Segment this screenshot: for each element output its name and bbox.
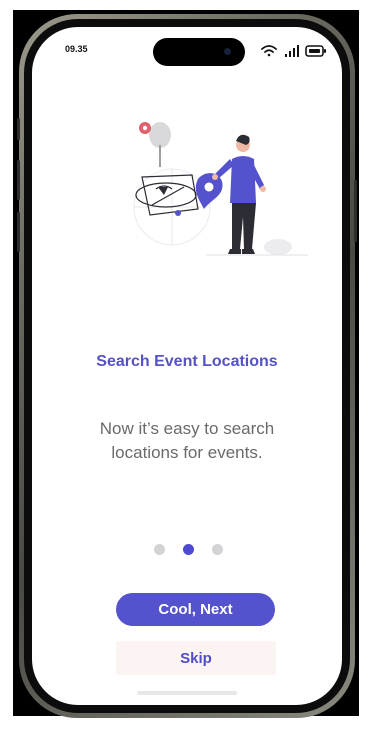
battery-icon	[305, 45, 326, 57]
home-indicator	[137, 691, 237, 695]
page-dot-2-active[interactable]	[183, 543, 194, 555]
volume-down-button	[17, 212, 20, 252]
next-button[interactable]: Cool, Next	[116, 593, 275, 626]
page-dot-3[interactable]	[212, 543, 223, 555]
page-indicator	[154, 543, 224, 555]
status-time: 09.35	[65, 44, 88, 54]
dynamic-island	[153, 38, 245, 66]
small-pin	[139, 122, 151, 134]
skip-button[interactable]: Skip	[116, 641, 276, 675]
onboarding-description: Now it’s easy to search locations for ev…	[99, 419, 275, 462]
silent-switch	[17, 118, 20, 140]
volume-up-button	[17, 160, 20, 200]
tree	[149, 122, 171, 167]
power-button	[354, 180, 357, 242]
status-icons	[260, 43, 330, 59]
signal-icon	[285, 45, 299, 57]
wifi-icon	[261, 45, 277, 57]
front-camera	[224, 48, 231, 55]
person-figure	[212, 134, 266, 254]
phone-screen: 09.35 Search Event Locations Now it’s ea…	[32, 27, 342, 705]
plant	[264, 238, 292, 255]
map-sketch	[135, 174, 199, 216]
onboarding-title: Search Event Locations	[96, 353, 278, 370]
location-search-illustration	[128, 117, 318, 297]
page-dot-1[interactable]	[154, 543, 165, 555]
location-pin-icon	[195, 173, 223, 209]
